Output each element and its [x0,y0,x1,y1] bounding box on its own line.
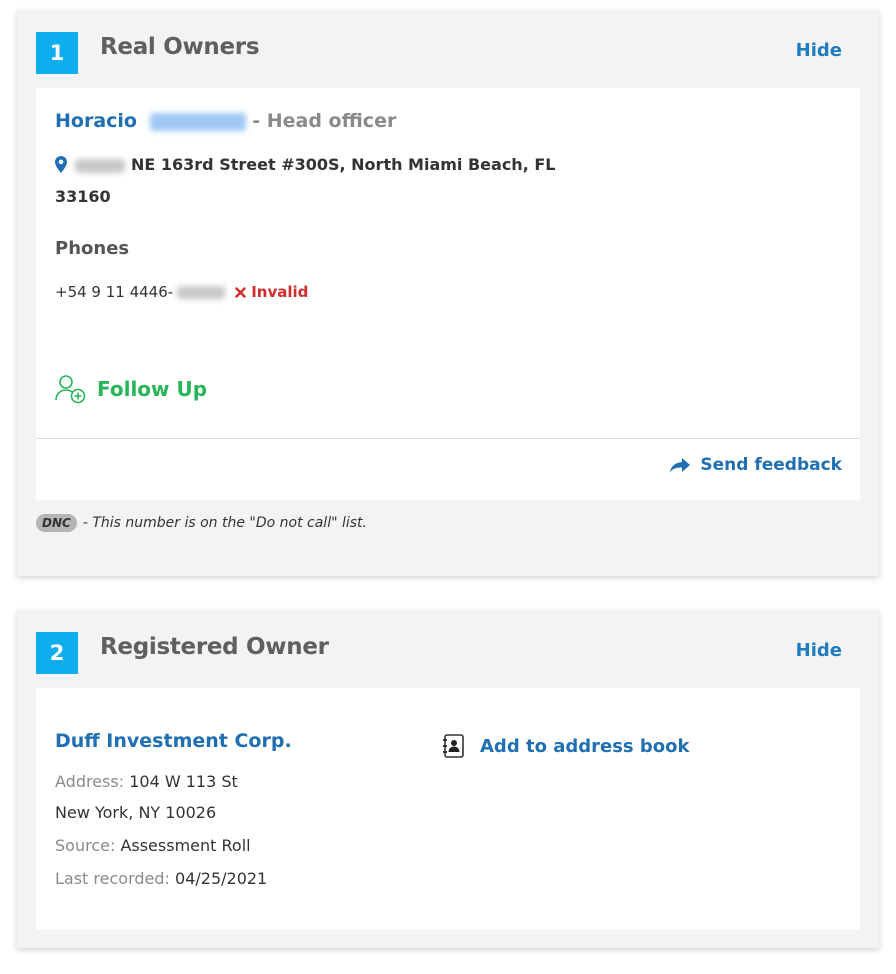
last-recorded-value: 04/25/2021 [175,869,268,888]
registered-owner-card: Duff Investment Corp. Address: 104 W 113… [36,688,860,930]
phone-number: +54 9 11 4446- [55,283,174,301]
dnc-badge: DNC [36,514,77,532]
source-detail: Source: Assessment Roll [55,836,251,855]
redacted-last-name [149,112,246,131]
section-number-badge: 2 [36,632,78,674]
owner-address: NE 163rd Street #300S, North Miami Beach… [55,150,635,211]
address-line1: NE 163rd Street #300S, North Miami Beach… [131,155,556,174]
owner-name-link[interactable]: Horacio [55,110,252,132]
owner-card: Horacio - Head officer NE 163rd Street #… [36,88,860,500]
address-book-icon [443,734,464,758]
add-to-address-book-label: Add to address book [480,735,690,757]
section-number-badge: 1 [36,32,78,74]
company-name-link[interactable]: Duff Investment Corp. [55,730,292,752]
add-person-icon [55,375,86,404]
source-value: Assessment Roll [120,836,251,855]
owner-first-name: Horacio [55,110,137,132]
location-pin-icon [55,153,67,182]
dnc-legend: DNC - This number is on the "Do not call… [36,514,367,532]
address-value: 104 W 113 St [129,772,238,791]
section-title: Registered Owner [100,634,329,660]
follow-up-button[interactable]: Follow Up [55,374,207,404]
follow-up-label: Follow Up [97,377,208,401]
dnc-text: - This number is on the "Do not call" li… [82,515,367,531]
phone-invalid-status: Invalid [235,283,308,301]
last-recorded-label: Last recorded: [55,869,170,888]
section-title: Real Owners [100,34,260,60]
owner-role: - Head officer [252,110,397,132]
hide-link[interactable]: Hide [796,40,842,61]
card-divider [36,438,860,439]
share-arrow-icon [670,458,691,472]
address-line2: 33160 [55,187,111,206]
last-recorded-detail: Last recorded: 04/25/2021 [55,869,267,888]
redacted-phone-suffix [177,285,226,299]
phone-row: +54 9 11 4446- Invalid [55,283,308,301]
source-label: Source: [55,836,116,855]
redacted-street-number [75,158,125,173]
send-feedback-label: Send feedback [700,455,842,475]
send-feedback-link[interactable]: Send feedback [670,455,842,475]
close-x-icon [235,286,246,298]
add-to-address-book-button[interactable]: Add to address book [443,734,690,758]
owner-name-row: Horacio - Head officer [55,110,396,132]
address-label: Address: [55,772,125,791]
address-detail: Address: 104 W 113 St [55,772,238,791]
invalid-label: Invalid [251,283,309,301]
hide-link[interactable]: Hide [796,640,842,661]
phones-heading: Phones [55,238,130,259]
registered-owner-panel: 2 Registered Owner Hide Duff Investment … [17,610,879,948]
city-line: New York, NY 10026 [55,803,217,822]
real-owners-panel: 1 Real Owners Hide Horacio - Head office… [17,10,879,576]
